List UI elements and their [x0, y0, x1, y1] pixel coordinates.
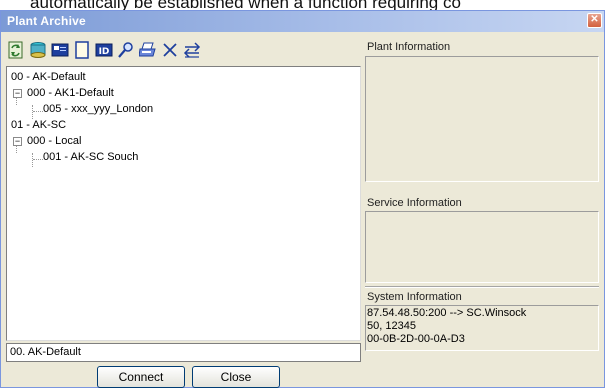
window-close-button[interactable]: ✕ [587, 13, 602, 28]
transfer-icon [183, 42, 201, 58]
service-information-panel [365, 211, 599, 283]
tree-node-label: 000 - AK1-Default [27, 87, 114, 99]
plant-archive-dialog: Plant Archive ✕ ID 00 - AK-Default − 000… [0, 10, 605, 388]
system-info-line: 00-0B-2D-00-0A-D3 [367, 333, 465, 345]
tree-node-local[interactable]: −000 - Local [9, 133, 358, 149]
database-icon [30, 42, 46, 58]
panel-divider [365, 286, 599, 288]
card-icon [51, 43, 69, 57]
title-bar[interactable]: Plant Archive ✕ [1, 11, 604, 32]
system-info-line: 50, 12345 [367, 320, 416, 332]
system-info-line: 87.54.48.50:200 --> SC.Winsock [367, 307, 527, 319]
id-icon: ID [95, 43, 113, 57]
service-information-label: Service Information [367, 197, 462, 209]
delete-icon [163, 43, 177, 57]
collapse-icon[interactable]: − [13, 136, 22, 146]
toolbar: ID [6, 38, 202, 62]
tree-node-label: 000 - Local [27, 135, 82, 147]
search-button[interactable] [116, 40, 136, 60]
plant-tree-view[interactable]: 00 - AK-Default −000 - AK1-Default 005 -… [6, 66, 361, 341]
card-button[interactable] [50, 40, 70, 60]
tree-node-ak-sc[interactable]: 01 - AK-SC [9, 117, 358, 133]
delete-button[interactable] [160, 40, 180, 60]
print-icon [139, 42, 156, 57]
tree-node-label: 005 - xxx_yyy_London [43, 103, 154, 115]
database-button[interactable] [28, 40, 48, 60]
tree-node-label: 00 - AK-Default [11, 71, 86, 83]
plant-information-label: Plant Information [367, 41, 451, 53]
id-button[interactable]: ID [94, 40, 114, 60]
system-information-label: System Information [367, 291, 462, 303]
print-button[interactable] [138, 40, 158, 60]
connect-button[interactable]: Connect [97, 366, 185, 388]
close-button[interactable]: Close [192, 366, 280, 388]
blank-page-button[interactable] [72, 40, 92, 60]
transfer-button[interactable] [182, 40, 202, 60]
tree-node-label: 001 - AK-SC Souch [43, 151, 139, 163]
svg-text:ID: ID [99, 47, 110, 57]
blank-page-icon [75, 41, 89, 59]
tree-node-london[interactable]: 005 - xxx_yyy_London [9, 101, 358, 117]
selected-plant-field[interactable]: 00. AK-Default [6, 343, 361, 362]
plant-information-panel [365, 56, 599, 182]
tree-node-ak-default[interactable]: 00 - AK-Default [9, 69, 358, 85]
refresh-button[interactable] [6, 40, 26, 60]
tree-node-ak1-default[interactable]: −000 - AK1-Default [9, 85, 358, 101]
refresh-icon [8, 41, 23, 59]
collapse-icon[interactable]: − [13, 88, 22, 98]
tree-node-label: 01 - AK-SC [11, 119, 67, 131]
window-title: Plant Archive [7, 14, 86, 28]
search-icon [118, 42, 133, 58]
tree-node-ak-sc-souch[interactable]: 001 - AK-SC Souch [9, 149, 358, 165]
